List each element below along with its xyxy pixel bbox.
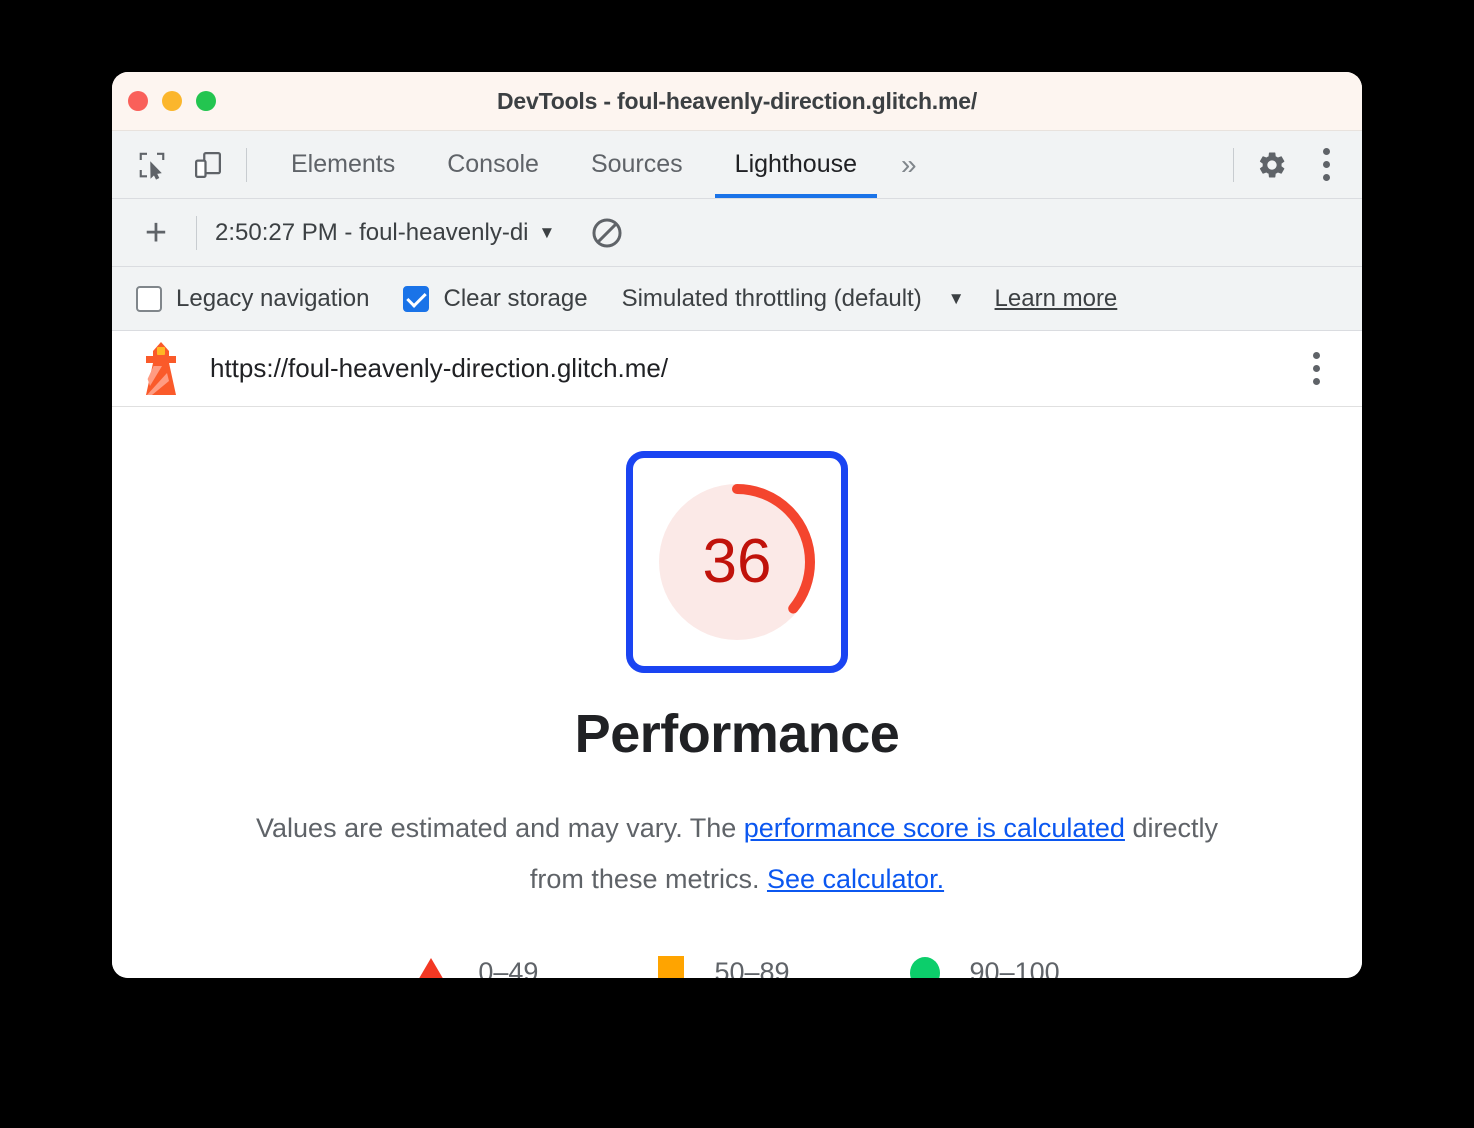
- legacy-navigation-option[interactable]: Legacy navigation: [136, 285, 369, 313]
- triangle-icon: [414, 958, 448, 978]
- tabbar-actions-divider: [1233, 148, 1234, 182]
- throttling-value: Simulated throttling (default): [622, 285, 922, 313]
- tab-lighthouse[interactable]: Lighthouse: [709, 131, 883, 198]
- report-select-value: 2:50:27 PM - foul-heavenly-di: [215, 219, 529, 247]
- legend-label-average: 50–89: [714, 957, 789, 978]
- device-toolbar-icon[interactable]: [188, 145, 228, 185]
- devtools-tabbar: Elements Console Sources Lighthouse »: [112, 131, 1362, 199]
- chevron-down-icon: ▼: [948, 289, 965, 309]
- report-url: https://foul-heavenly-direction.glitch.m…: [210, 353, 668, 384]
- lighthouse-options-bar: Legacy navigation Clear storage Simulate…: [112, 267, 1362, 331]
- report-menu-icon[interactable]: [1296, 345, 1336, 393]
- no-entry-clear-icon[interactable]: [585, 211, 629, 255]
- page-title: Performance: [112, 703, 1362, 765]
- tab-sources[interactable]: Sources: [565, 131, 709, 198]
- report-header: https://foul-heavenly-direction.glitch.m…: [112, 331, 1362, 407]
- tab-sources-label: Sources: [591, 150, 683, 179]
- score-arc: 36: [649, 474, 825, 650]
- gear-icon[interactable]: [1252, 145, 1292, 185]
- see-calculator-link[interactable]: See calculator.: [767, 864, 944, 894]
- clear-storage-option[interactable]: Clear storage: [403, 285, 587, 313]
- legend-label-fail: 0–49: [478, 957, 538, 978]
- performance-score-calculated-link[interactable]: performance score is calculated: [744, 813, 1125, 843]
- throttling-select[interactable]: Simulated throttling (default) ▼: [622, 285, 965, 313]
- legacy-navigation-checkbox[interactable]: [136, 286, 162, 312]
- toolbar-divider: [246, 148, 247, 182]
- legend-label-pass: 90–100: [970, 957, 1060, 978]
- lighthouse-logo: [138, 341, 184, 397]
- window-titlebar: DevTools - foul-heavenly-direction.glitc…: [112, 72, 1362, 131]
- tab-lighthouse-label: Lighthouse: [735, 150, 857, 179]
- minimize-window-button[interactable]: [162, 91, 182, 111]
- performance-score-gauge[interactable]: 36: [626, 451, 848, 673]
- circle-icon: [910, 957, 940, 978]
- new-report-button[interactable]: +: [134, 211, 178, 255]
- score-disclaimer: Values are estimated and may vary. The p…: [232, 803, 1242, 906]
- tab-console[interactable]: Console: [421, 131, 565, 198]
- devtools-main-menu-icon[interactable]: [1306, 141, 1346, 189]
- screenshot-root: DevTools - foul-heavenly-direction.glitc…: [0, 0, 1474, 1128]
- learn-more-link[interactable]: Learn more: [995, 285, 1118, 313]
- report-select[interactable]: 2:50:27 PM - foul-heavenly-di ▼: [215, 219, 555, 247]
- tab-elements-label: Elements: [291, 150, 395, 179]
- close-window-button[interactable]: [128, 91, 148, 111]
- score-legend: 0–49 50–89 90–100: [112, 956, 1362, 978]
- disclaimer-text-part1: Values are estimated and may vary. The: [256, 813, 744, 843]
- tab-list: Elements Console Sources Lighthouse »: [265, 131, 935, 198]
- chevron-down-icon: ▼: [539, 223, 556, 243]
- legend-item-pass: 90–100: [910, 957, 1060, 978]
- lighthouse-run-toolbar: + 2:50:27 PM - foul-heavenly-di ▼: [112, 199, 1362, 267]
- clear-storage-label: Clear storage: [443, 285, 587, 313]
- score-value: 36: [649, 531, 825, 593]
- legend-item-fail: 0–49: [414, 957, 538, 978]
- more-tabs-icon[interactable]: »: [883, 151, 935, 179]
- tab-console-label: Console: [447, 150, 539, 179]
- runbar-divider: [196, 216, 197, 250]
- window-title: DevTools - foul-heavenly-direction.glitc…: [112, 88, 1362, 115]
- legacy-navigation-label: Legacy navigation: [176, 285, 369, 313]
- inspect-element-icon[interactable]: [132, 145, 172, 185]
- tab-elements[interactable]: Elements: [265, 131, 421, 198]
- clear-storage-checkbox[interactable]: [403, 286, 429, 312]
- tool-icon-group: [132, 145, 228, 185]
- maximize-window-button[interactable]: [196, 91, 216, 111]
- devtools-window: DevTools - foul-heavenly-direction.glitc…: [112, 72, 1362, 978]
- tabbar-actions: [1215, 141, 1362, 189]
- window-controls[interactable]: [128, 91, 216, 111]
- lighthouse-report-body: 36 Performance Values are estimated and …: [112, 407, 1362, 978]
- legend-item-average: 50–89: [658, 956, 789, 978]
- square-icon: [658, 956, 684, 978]
